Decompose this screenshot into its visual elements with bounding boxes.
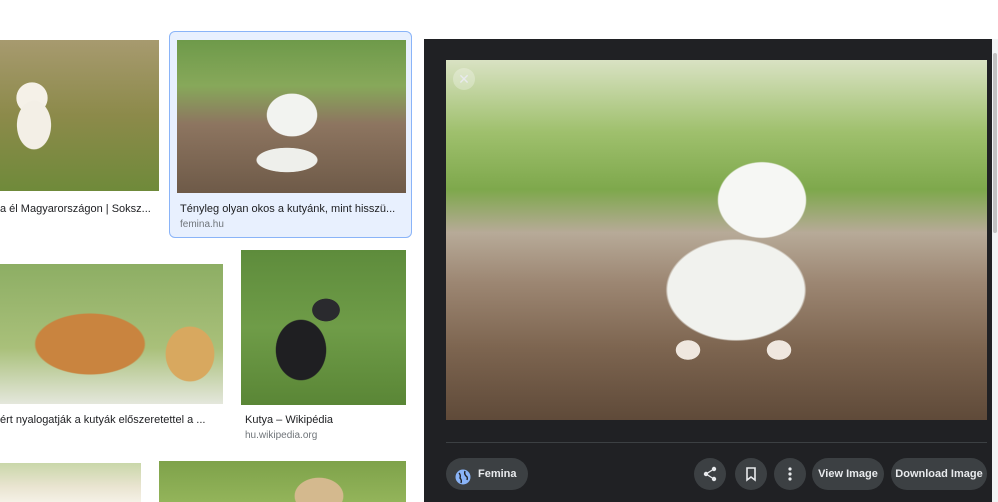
result-caption[interactable]: Kutya – Wikipédia	[245, 414, 405, 426]
result-image-bottom-left[interactable]	[0, 463, 141, 502]
divider	[446, 442, 987, 443]
result-image-dogs-licking[interactable]	[0, 264, 223, 404]
more-options-button[interactable]	[774, 458, 806, 490]
close-icon[interactable]: ✕	[453, 68, 475, 90]
bookmark-icon	[746, 467, 756, 482]
result-source: hu.wikipedia.org	[245, 430, 318, 441]
save-button[interactable]	[735, 458, 767, 490]
source-site-label: Femina	[478, 468, 517, 480]
result-caption[interactable]: ért nyalogatják a kutyák előszeretettel …	[0, 414, 222, 426]
scrollbar[interactable]	[992, 39, 998, 502]
download-image-button[interactable]: Download Image	[891, 458, 987, 490]
globe-icon	[455, 466, 471, 485]
result-caption[interactable]: a él Magyarországon | Soksz...	[0, 203, 158, 215]
source-site-button[interactable]: Femina	[446, 458, 528, 490]
result-image-puppy-grass[interactable]	[0, 40, 159, 191]
share-button[interactable]	[694, 458, 726, 490]
image-preview-panel: ✕ Femina View Image Download Image	[424, 39, 992, 502]
result-caption[interactable]: Tényleg olyan okos a kutyánk, mint hissz…	[180, 203, 404, 215]
result-image-white-puppy[interactable]	[177, 40, 406, 193]
more-vert-icon	[788, 467, 792, 481]
scrollbar-thumb[interactable]	[993, 53, 997, 233]
image-results-grid: a él Magyarországon | Soksz... Tényleg o…	[0, 0, 424, 502]
view-image-button[interactable]: View Image	[812, 458, 884, 490]
result-image-pug[interactable]	[159, 461, 406, 502]
share-icon	[703, 466, 717, 482]
result-image-black-dog[interactable]	[241, 250, 406, 405]
preview-image[interactable]	[446, 60, 987, 420]
result-source: femina.hu	[180, 219, 224, 230]
